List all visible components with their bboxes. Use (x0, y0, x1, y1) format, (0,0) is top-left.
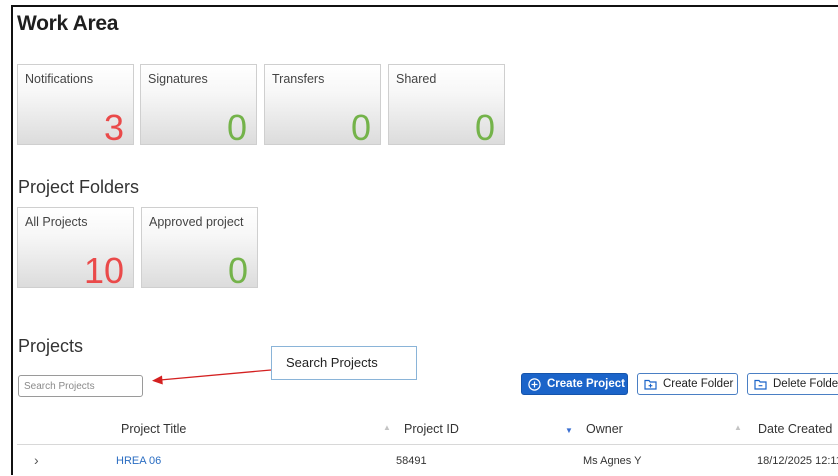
date-created-cell: 18/12/2025 12:11 (757, 455, 838, 467)
create-folder-button[interactable]: Create Folder (637, 373, 738, 395)
column-header-owner[interactable]: Owner (586, 422, 623, 436)
all-projects-tile[interactable]: All Projects 10 (17, 207, 134, 291)
column-header-project-title[interactable]: Project Title (121, 422, 186, 436)
project-title-link[interactable]: HREA 06 (116, 455, 161, 467)
delete-folder-label: Delete Folde (773, 378, 838, 390)
tile-label: Approved project (149, 215, 244, 229)
transfers-tile[interactable]: Transfers 0 (264, 64, 381, 148)
tile-label: Signatures (148, 72, 208, 86)
tile-label: Notifications (25, 72, 94, 86)
create-project-label: Create Project (547, 378, 625, 390)
column-header-date-created[interactable]: Date Created (758, 422, 832, 436)
projects-heading: Projects (18, 336, 84, 356)
create-project-button[interactable]: Create Project (521, 373, 628, 395)
search-input[interactable] (18, 375, 143, 397)
expand-chevron-icon[interactable]: › (34, 452, 39, 468)
signatures-tile[interactable]: Signatures 0 (140, 64, 257, 148)
tile-count: 0 (226, 107, 247, 148)
project-folders-heading: Project Folders (18, 177, 140, 197)
tile-count: 10 (83, 250, 124, 291)
page-title: Work Area (17, 12, 119, 35)
owner-cell: Ms Agnes Y (583, 455, 642, 467)
create-folder-label: Create Folder (663, 378, 734, 390)
search-projects-callout: Search Projects (271, 346, 417, 380)
tile-count: 3 (103, 107, 124, 148)
projects-table-header: Project Title ▲ Project ID ▼ Owner ▲ Dat… (17, 414, 838, 445)
sort-icon[interactable]: ▲ (383, 423, 391, 432)
delete-folder-button[interactable]: Delete Folde (747, 373, 838, 395)
tile-label: Transfers (272, 72, 325, 86)
column-header-project-id[interactable]: Project ID (404, 422, 459, 436)
plus-circle-icon (528, 377, 541, 391)
tile-count: 0 (350, 107, 371, 148)
tile-label: All Projects (25, 215, 88, 229)
folder-minus-icon (754, 379, 767, 390)
tile-count: 0 (474, 107, 495, 148)
folder-plus-icon (644, 379, 657, 390)
sort-descending-icon[interactable]: ▼ (565, 426, 573, 435)
table-row[interactable]: › HREA 06 58491 Ms Agnes Y 18/12/2025 12… (17, 446, 838, 476)
shared-tile[interactable]: Shared 0 (388, 64, 505, 148)
sort-icon[interactable]: ▲ (734, 423, 742, 432)
callout-arrow (152, 369, 272, 385)
notifications-tile[interactable]: Notifications 3 (17, 64, 134, 148)
approved-project-tile[interactable]: Approved project 0 (141, 207, 258, 291)
tile-label: Shared (396, 72, 437, 86)
project-id-cell: 58491 (396, 455, 427, 467)
tile-count: 0 (227, 250, 248, 291)
